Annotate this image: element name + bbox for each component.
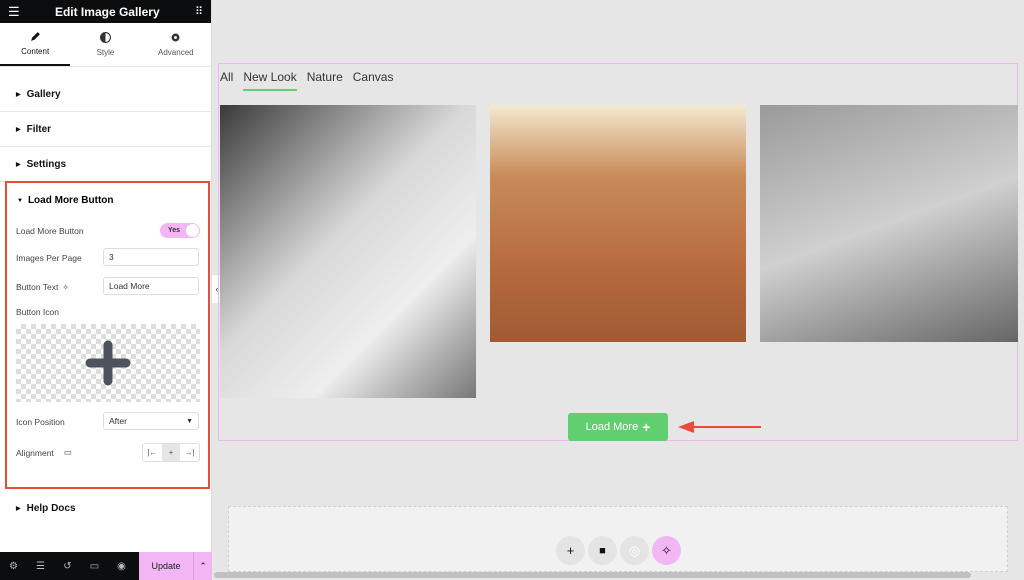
panel-footer: ⚙ ☰ ↺ ▭ ◉ Update ⌃ xyxy=(0,552,212,580)
section-label: Help Docs xyxy=(26,503,76,514)
plus-icon: + xyxy=(566,543,575,558)
layers-icon[interactable]: ☰ xyxy=(27,561,54,572)
filter-nature[interactable]: Nature xyxy=(307,70,343,91)
filter-new-look[interactable]: New Look xyxy=(243,70,297,91)
desktop-icon[interactable]: ▭ xyxy=(64,447,72,458)
plus-icon: + xyxy=(642,419,651,435)
load-more-toggle[interactable]: Yes xyxy=(160,223,200,238)
toggle-value: Yes xyxy=(168,227,181,234)
tab-advanced[interactable]: Advanced xyxy=(141,23,211,66)
caret-right-icon: ▶ xyxy=(16,126,21,133)
responsive-icon[interactable]: ▭ xyxy=(81,561,108,572)
pencil-icon xyxy=(30,32,40,41)
section-label: Settings xyxy=(26,158,67,170)
align-left-button[interactable]: |← xyxy=(143,444,162,461)
button-icon-label: Button Icon xyxy=(16,307,60,317)
icon-position-label: Icon Position xyxy=(16,417,65,427)
chevron-up-icon[interactable]: ⌃ xyxy=(193,552,212,580)
images-per-page-input[interactable]: 3 xyxy=(103,248,199,266)
load-more-section: ▼ Load More Button Load More Button Yes I… xyxy=(5,181,210,489)
alignment-control: |← + →| xyxy=(142,443,200,462)
gallery-filters: All New Look Nature Canvas xyxy=(220,70,393,91)
filter-canvas[interactable]: Canvas xyxy=(353,70,394,91)
empty-section-dropzone[interactable] xyxy=(228,506,1008,572)
icon-position-select[interactable]: After ▼ xyxy=(103,412,199,430)
panel-title: Edit Image Gallery xyxy=(54,4,160,19)
section-label: Filter xyxy=(26,123,52,135)
select-value: After xyxy=(109,416,127,426)
ai-sparkle-icon: ✧ xyxy=(661,542,672,558)
toggle-knob xyxy=(186,224,199,237)
preview-eye-icon[interactable]: ◉ xyxy=(108,561,135,572)
toggle-label: Load More Button xyxy=(16,226,84,236)
align-center-button[interactable]: + xyxy=(161,444,181,461)
tab-label: Style xyxy=(96,48,115,57)
history-icon[interactable]: ↺ xyxy=(54,561,81,572)
gallery-image-woman-flowers[interactable] xyxy=(220,105,476,398)
button-text-label: Button Text ✧ xyxy=(16,282,69,292)
tab-label: Advanced xyxy=(158,48,194,57)
caret-right-icon: ▶ xyxy=(16,161,21,168)
section-settings[interactable]: ▶ Settings xyxy=(0,147,211,182)
gallery-image-bw-face[interactable] xyxy=(760,105,1018,342)
label-text: Button Text xyxy=(16,282,59,292)
label-text: Alignment xyxy=(16,447,54,458)
tab-label: Content xyxy=(21,47,50,56)
red-arrow-annotation xyxy=(678,421,761,433)
gear-icon xyxy=(171,33,180,42)
section-gallery[interactable]: ▶ Gallery xyxy=(0,77,211,112)
widgets-grid-icon[interactable]: ⠿ xyxy=(195,5,203,18)
section-label: Load More Button xyxy=(27,195,114,206)
hamburger-menu-icon[interactable]: ☰ xyxy=(8,4,20,20)
button-text-input[interactable]: Load More xyxy=(103,277,199,295)
ai-button[interactable]: ✧ xyxy=(652,536,681,565)
editor-panel: ☰ Edit Image Gallery ⠿ Content Style Adv… xyxy=(0,0,212,580)
caret-right-icon: ▶ xyxy=(16,506,21,512)
gallery-image-freckled-face[interactable] xyxy=(490,105,746,342)
caret-down-icon: ▼ xyxy=(17,197,23,204)
chevron-down-icon: ▼ xyxy=(186,417,193,425)
settings-icon[interactable]: ⚙ xyxy=(0,561,27,572)
template-library-button[interactable]: ■ xyxy=(588,536,617,565)
alignment-label: Alignment ▭ xyxy=(16,447,72,458)
plus-icon xyxy=(85,340,131,386)
horizontal-scrollbar[interactable] xyxy=(214,572,971,578)
add-section-button[interactable]: + xyxy=(556,536,585,565)
ai-sparkle-icon[interactable]: ✧ xyxy=(62,283,69,292)
contrast-icon xyxy=(99,32,111,43)
filter-all[interactable]: All xyxy=(220,70,233,91)
icon-picker[interactable] xyxy=(16,324,200,402)
caret-right-icon: ▶ xyxy=(16,91,21,98)
align-right-button[interactable]: →| xyxy=(180,444,199,461)
plugin-logo-icon: ◎ xyxy=(628,542,641,558)
section-label: Gallery xyxy=(26,88,61,100)
load-more-heading[interactable]: ▼ Load More Button xyxy=(17,195,114,206)
folder-icon: ■ xyxy=(599,544,606,557)
load-more-button[interactable]: Load More + xyxy=(568,413,668,441)
section-filter[interactable]: ▶ Filter xyxy=(0,112,211,147)
section-help-docs[interactable]: ▶ Help Docs xyxy=(0,491,211,526)
tab-style[interactable]: Style xyxy=(70,23,140,66)
button-label: Load More xyxy=(585,421,639,433)
tab-content[interactable]: Content xyxy=(0,23,71,66)
plugin-button[interactable]: ◎ xyxy=(620,536,649,565)
images-per-page-label: Images Per Page xyxy=(16,253,82,263)
panel-header: ☰ Edit Image Gallery ⠿ xyxy=(0,0,211,23)
update-button[interactable]: Update xyxy=(139,552,193,580)
